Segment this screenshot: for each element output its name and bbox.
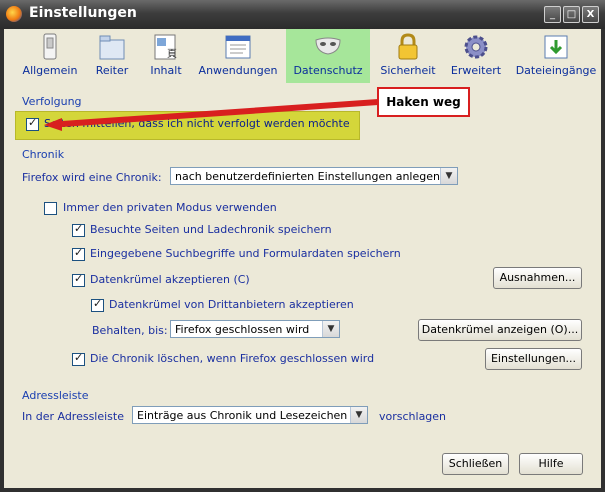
- history-mode-value: nach benutzerdefinierten Einstellungen a…: [175, 170, 440, 183]
- history-mode-select[interactable]: nach benutzerdefinierten Einstellungen a…: [170, 167, 458, 185]
- keep-until-value: Firefox geschlossen wird: [175, 323, 310, 336]
- chevron-down-icon: ▼: [322, 321, 339, 337]
- keep-until-label: Behalten, bis:: [92, 324, 168, 337]
- clear-on-close-checkbox[interactable]: [72, 351, 85, 366]
- locationbar-prefix-label: In der Adressleiste: [22, 410, 124, 423]
- exceptions-button[interactable]: Ausnahmen...: [493, 267, 582, 289]
- history-mode-label: Firefox wird eine Chronik:: [22, 171, 162, 184]
- show-cookies-button[interactable]: Datenkrümel anzeigen (O)...: [418, 319, 582, 341]
- section-adressleiste: Adressleiste: [22, 389, 89, 402]
- keep-until-select[interactable]: Firefox geschlossen wird ▼: [170, 320, 340, 338]
- locationbar-suggest-select[interactable]: Einträge aus Chronik und Lesezeichen ▼: [132, 406, 368, 424]
- clear-on-close-label: Die Chronik löschen, wenn Firefox geschl…: [90, 352, 375, 365]
- search-forms-checkbox[interactable]: [72, 246, 85, 261]
- third-party-label: Datenkrümel von Drittanbietern akzeptier…: [109, 298, 354, 311]
- locationbar-suffix-label: vorschlagen: [379, 410, 447, 423]
- section-chronik: Chronik: [22, 148, 65, 161]
- chevron-down-icon: ▼: [440, 168, 457, 184]
- locationbar-suggest-value: Einträge aus Chronik und Lesezeichen: [137, 409, 348, 422]
- preferences-window: Einstellungen _ □ X Allgemein Reiter 頁 I…: [0, 0, 605, 492]
- clear-settings-button[interactable]: Einstellungen...: [485, 348, 582, 370]
- private-mode-checkbox[interactable]: [44, 202, 57, 215]
- cookies-label: Datenkrümel akzeptieren (C): [90, 273, 250, 286]
- third-party-checkbox[interactable]: [91, 297, 104, 312]
- search-forms-label: Eingegebene Suchbegriffe und Formulardat…: [90, 247, 401, 260]
- visited-label: Besuchte Seiten und Ladechronik speicher…: [90, 223, 332, 236]
- cookies-checkbox[interactable]: [72, 272, 85, 287]
- private-mode-label: Immer den privaten Modus verwenden: [63, 201, 277, 214]
- help-button[interactable]: Hilfe: [519, 453, 583, 475]
- annotation-callout: Haken weg: [377, 87, 470, 117]
- chevron-down-icon: ▼: [350, 407, 367, 423]
- visited-checkbox[interactable]: [72, 222, 85, 237]
- close-button[interactable]: Schließen: [442, 453, 509, 475]
